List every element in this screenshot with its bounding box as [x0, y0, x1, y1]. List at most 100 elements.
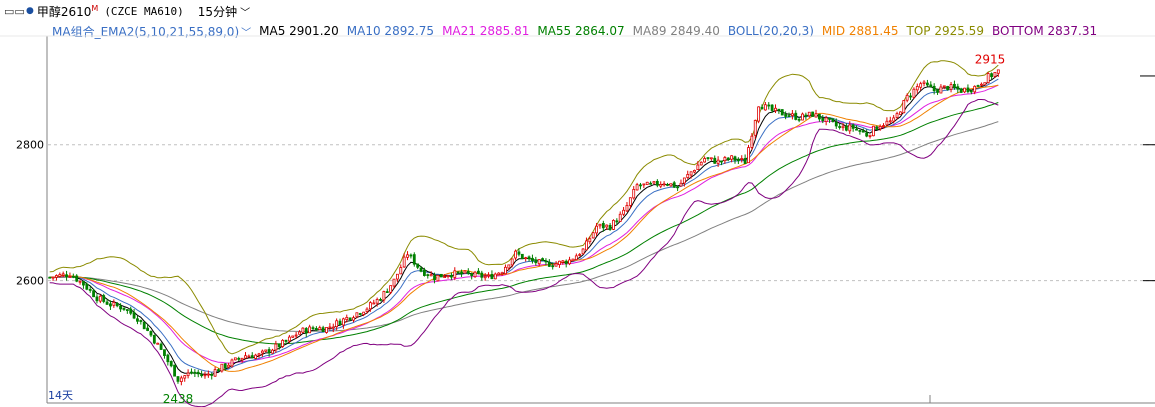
candle — [483, 275, 487, 279]
candle — [473, 271, 477, 278]
candle — [382, 291, 386, 301]
candle — [227, 364, 231, 368]
candle — [426, 274, 430, 277]
candle — [331, 326, 335, 329]
candle — [747, 147, 750, 164]
candle — [466, 271, 470, 274]
candle — [102, 295, 106, 302]
candle — [713, 157, 717, 164]
candle — [669, 183, 673, 187]
candle — [635, 184, 639, 191]
candle — [247, 355, 251, 358]
candle — [507, 264, 511, 269]
candle — [777, 108, 781, 111]
candle — [797, 118, 801, 121]
candle — [871, 125, 875, 137]
candle — [470, 273, 474, 277]
candle — [517, 251, 521, 255]
candle — [922, 81, 926, 84]
candle — [460, 271, 463, 275]
candle — [348, 317, 352, 321]
candle — [497, 272, 501, 275]
candle — [551, 265, 555, 268]
candle — [858, 130, 862, 132]
candle — [109, 303, 112, 307]
candle — [645, 181, 649, 185]
candle — [760, 106, 764, 110]
candle — [632, 189, 636, 199]
candle — [571, 258, 575, 262]
candle — [429, 274, 433, 277]
candle — [814, 113, 818, 118]
candle — [986, 73, 990, 84]
candle — [277, 343, 281, 348]
candle — [885, 120, 889, 126]
candle — [932, 85, 936, 92]
candle — [888, 120, 892, 123]
candle — [628, 197, 632, 206]
candle — [254, 354, 258, 359]
candle — [335, 320, 339, 327]
candle — [480, 272, 484, 278]
candle — [179, 377, 183, 382]
candle — [48, 276, 52, 279]
candle — [767, 104, 771, 107]
candle — [514, 250, 517, 259]
candle — [615, 220, 619, 223]
candle — [790, 113, 794, 116]
candle — [362, 311, 366, 315]
candle — [966, 87, 970, 93]
candle — [439, 273, 443, 278]
candle — [321, 327, 325, 333]
candle — [531, 257, 534, 262]
candle — [696, 164, 700, 170]
price-chart[interactable]: 2800 2600 2915 2438 14天 — [0, 0, 1155, 407]
candle — [139, 320, 143, 322]
candle — [794, 112, 798, 120]
candle — [58, 274, 62, 277]
candle — [355, 312, 359, 318]
candle — [686, 174, 690, 178]
candle — [693, 170, 696, 173]
candle — [588, 238, 592, 243]
candle — [605, 224, 609, 228]
candle — [855, 128, 858, 131]
candle — [733, 156, 737, 161]
candle — [267, 349, 271, 354]
candle — [774, 107, 777, 112]
candle — [716, 159, 720, 164]
candle — [183, 375, 187, 379]
candle — [166, 354, 170, 363]
candle — [456, 271, 460, 274]
candle — [287, 336, 291, 342]
candle — [213, 369, 217, 377]
candle — [662, 183, 666, 186]
candle — [51, 276, 55, 279]
candle — [169, 361, 173, 367]
candle — [338, 320, 342, 326]
candle — [504, 266, 507, 275]
candle — [395, 273, 399, 280]
candle — [892, 117, 896, 122]
candle — [65, 274, 68, 278]
candle — [703, 158, 707, 163]
candle — [223, 363, 227, 369]
candle — [919, 83, 923, 88]
candle — [308, 326, 312, 334]
candle — [260, 350, 264, 354]
candle — [980, 83, 983, 86]
candle — [959, 88, 963, 93]
candle — [824, 117, 828, 123]
candle — [591, 232, 595, 239]
candle — [443, 276, 447, 278]
candle — [666, 184, 669, 186]
candle — [709, 157, 713, 160]
candle — [416, 263, 420, 268]
candle — [882, 125, 885, 127]
candle — [757, 106, 761, 122]
candle — [642, 183, 646, 186]
candle — [787, 115, 791, 118]
candle — [821, 117, 825, 122]
candle — [784, 114, 788, 117]
candle — [865, 132, 869, 137]
